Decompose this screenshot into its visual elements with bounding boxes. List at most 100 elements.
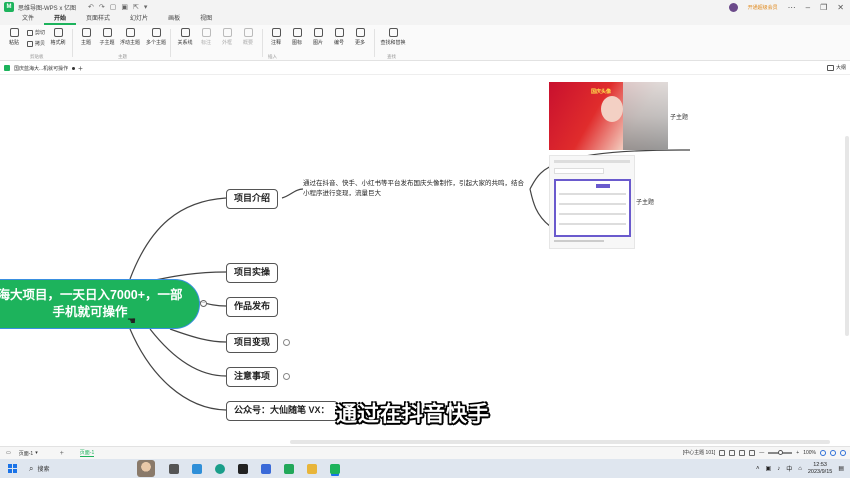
close-icon[interactable]: ✕ bbox=[837, 3, 844, 12]
more-button[interactable]: 更多 bbox=[350, 28, 370, 46]
zoom-in-button[interactable]: + bbox=[796, 450, 799, 456]
icon-button[interactable]: 图标 bbox=[287, 28, 307, 46]
copy-button[interactable]: 拷贝 bbox=[27, 40, 45, 47]
help-icon[interactable] bbox=[820, 449, 826, 456]
taskbar-avatar[interactable] bbox=[137, 460, 155, 477]
menu-tab-page-style[interactable]: 页面样式 bbox=[76, 14, 120, 25]
present-icon[interactable] bbox=[749, 449, 756, 456]
layout-icon[interactable] bbox=[719, 449, 726, 456]
format-painter-button[interactable]: 格式刷 bbox=[48, 28, 68, 46]
project-intro-description[interactable]: 通过在抖音、快手、小红书等平台发布国庆头像制作，引起大家的共鸣，结合小程序进行变… bbox=[303, 179, 528, 199]
edge-browser-icon[interactable] bbox=[215, 463, 225, 474]
new-tab-button[interactable]: + bbox=[78, 64, 83, 73]
more-options-icon[interactable]: ⋯ bbox=[788, 3, 796, 12]
relationship-icon bbox=[180, 28, 190, 37]
multi-topic-button[interactable]: 多个主题 bbox=[146, 28, 166, 46]
boundary-button[interactable]: 外框 bbox=[217, 28, 237, 46]
note-button[interactable]: 注释 bbox=[266, 28, 286, 46]
windows-start-icon[interactable] bbox=[8, 464, 17, 473]
task-view-icon[interactable] bbox=[169, 463, 179, 474]
menu-tab-home[interactable]: 开始 bbox=[44, 14, 77, 25]
subtopic-icon bbox=[102, 28, 112, 37]
notification-app-icon[interactable]: ▣ bbox=[766, 465, 772, 472]
export-icon[interactable]: ⇱ bbox=[133, 3, 139, 11]
page-tab[interactable]: 页面-1 bbox=[79, 449, 95, 457]
speaker-icon[interactable]: ♪ bbox=[777, 466, 780, 472]
window-controls: 开通超级会员 ⋯ – ❐ ✕ bbox=[728, 0, 844, 14]
floating-topic-button[interactable]: 浮动主题 bbox=[120, 28, 140, 46]
numbering-button[interactable]: 编号 bbox=[329, 28, 349, 46]
page-selector[interactable]: 页面-1 ▾ bbox=[19, 450, 38, 457]
menu-tab-view[interactable]: 视图 bbox=[190, 14, 222, 25]
app-logo-icon: M bbox=[4, 2, 14, 12]
boundary-icon bbox=[222, 28, 232, 37]
summary-button[interactable]: 概要 bbox=[238, 28, 258, 46]
undo-icon[interactable]: ↶ bbox=[88, 3, 94, 11]
chat-icon[interactable] bbox=[830, 449, 836, 456]
print-icon[interactable]: ▣ bbox=[121, 3, 128, 11]
wps-mindmap-icon[interactable] bbox=[330, 463, 340, 474]
subtopic-label-1[interactable]: 子主题 bbox=[670, 112, 688, 121]
branch-account[interactable]: 公众号：大仙随笔 VX： bbox=[226, 401, 338, 421]
more-icon[interactable]: ▾ bbox=[144, 3, 148, 11]
minimize-icon[interactable]: – bbox=[806, 3, 810, 12]
branch-project-intro[interactable]: 项目介绍 bbox=[226, 189, 279, 209]
mindmap-canvas[interactable]: 项目介绍 项目实操 作品发布 项目变现 注意事项 公众号：大仙随笔 VX： 通过… bbox=[0, 76, 850, 446]
topic-image-poster[interactable]: 国庆头像 bbox=[549, 82, 668, 150]
paste-button[interactable]: 粘贴 bbox=[4, 28, 24, 46]
vertical-scrollbar[interactable] bbox=[845, 136, 849, 336]
collapse-root-icon[interactable]: − bbox=[200, 300, 207, 307]
fullscreen-icon[interactable] bbox=[739, 449, 746, 456]
relationship-button[interactable]: 关系线 bbox=[175, 28, 195, 46]
system-clock[interactable]: 12:53 2023/9/15 bbox=[808, 462, 832, 476]
restore-icon[interactable]: ❐ bbox=[820, 3, 827, 12]
taskbar-search[interactable]: ⌕ 搜索 bbox=[29, 462, 125, 475]
zoom-knob[interactable] bbox=[778, 449, 784, 455]
add-page-button[interactable]: + bbox=[60, 450, 64, 457]
redo-icon[interactable]: ↷ bbox=[99, 3, 105, 11]
horizontal-scrollbar[interactable] bbox=[290, 440, 830, 444]
central-topic[interactable]: 海大项目，一天日入7000+，一部 手机就可操作 bbox=[0, 279, 200, 329]
cut-button[interactable]: 剪切 bbox=[27, 29, 45, 36]
expand-monetize-icon[interactable] bbox=[283, 339, 290, 346]
avatar[interactable] bbox=[728, 2, 738, 12]
pin-icon bbox=[292, 28, 302, 37]
media-app-icon[interactable] bbox=[192, 463, 202, 474]
branch-project-practice[interactable]: 项目实操 bbox=[226, 263, 279, 283]
branch-work-publish[interactable]: 作品发布 bbox=[226, 297, 279, 317]
branch-monetize[interactable]: 项目变现 bbox=[226, 333, 279, 353]
topic-count: [中心主题 101] bbox=[682, 450, 716, 456]
fit-icon[interactable] bbox=[729, 449, 736, 456]
topic-image-app-screenshot[interactable] bbox=[549, 155, 635, 249]
subtopic-button[interactable]: 子主题 bbox=[97, 28, 117, 46]
menu-tab-canvas[interactable]: 画板 bbox=[158, 14, 190, 25]
settings-icon[interactable] bbox=[840, 449, 846, 456]
outline-button[interactable]: 大纲 bbox=[826, 64, 846, 71]
save-icon[interactable]: ▢ bbox=[110, 3, 117, 11]
menu-tab-file[interactable]: 文件 bbox=[12, 14, 44, 25]
notifications-icon[interactable]: ▤ bbox=[838, 465, 844, 472]
vip-link[interactable]: 开通超级会员 bbox=[748, 4, 778, 11]
branch-notes[interactable]: 注意事项 bbox=[226, 367, 279, 387]
zoom-slider[interactable] bbox=[768, 449, 793, 455]
connector-notes bbox=[149, 328, 227, 377]
network-icon[interactable]: ⌂ bbox=[798, 466, 802, 472]
subtopic-label-2[interactable]: 子主题 bbox=[636, 197, 654, 206]
callout-button[interactable]: 标注 bbox=[196, 28, 216, 46]
app-icon[interactable] bbox=[261, 463, 271, 474]
sidebar-toggle-icon[interactable]: ▭ bbox=[6, 450, 11, 456]
expand-notes-icon[interactable] bbox=[283, 373, 290, 380]
image-button[interactable]: 图片 bbox=[308, 28, 328, 46]
find-replace-button[interactable]: 查找和替换 bbox=[380, 28, 406, 46]
list-icon bbox=[334, 28, 344, 37]
zoom-level[interactable]: 100% bbox=[803, 450, 816, 456]
zoom-out-button[interactable]: — bbox=[759, 450, 764, 456]
chevron-up-icon[interactable]: ˄ bbox=[756, 466, 760, 472]
wechat-icon[interactable] bbox=[284, 463, 294, 474]
topic-button[interactable]: 主题 bbox=[76, 28, 96, 46]
menu-tab-slides[interactable]: 幻灯片 bbox=[120, 14, 158, 25]
document-tab[interactable]: 国庆蓝海大...机就可操作 bbox=[4, 65, 76, 72]
capcut-icon[interactable] bbox=[238, 463, 248, 474]
file-explorer-icon[interactable] bbox=[307, 463, 317, 474]
ime-indicator[interactable]: 中 bbox=[786, 464, 792, 473]
